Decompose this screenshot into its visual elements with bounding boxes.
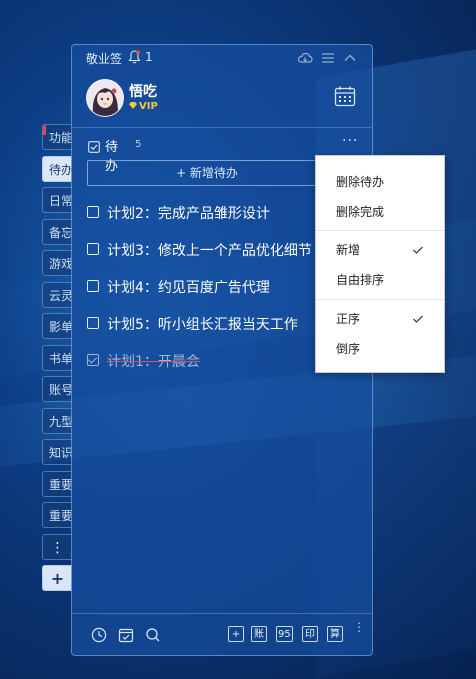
divider bbox=[72, 127, 372, 128]
todo-checkbox[interactable] bbox=[87, 206, 99, 218]
side-tab-important[interactable]: 重要 bbox=[42, 470, 72, 497]
vip-badge: VIP bbox=[129, 101, 158, 112]
chevron-up-icon[interactable] bbox=[342, 50, 358, 66]
side-add-tab-button[interactable]: + bbox=[42, 565, 72, 591]
side-tab-label: 重要 bbox=[49, 477, 72, 492]
todo-text: 计划1：开晨会 bbox=[107, 354, 200, 370]
avatar[interactable] bbox=[86, 79, 124, 117]
cloud-icon[interactable] bbox=[297, 50, 313, 66]
side-tab-label: 账号 bbox=[49, 383, 72, 397]
notification-count: 1 bbox=[145, 50, 153, 64]
clock-icon[interactable] bbox=[91, 627, 107, 643]
menu-separator bbox=[316, 230, 444, 231]
side-tab-todo[interactable]: 待办 bbox=[42, 155, 72, 182]
side-tab-label: 云灵 bbox=[49, 288, 72, 303]
side-tab-label: 重要 bbox=[49, 509, 72, 523]
menu-item-label: 新增 bbox=[336, 243, 361, 257]
side-tab-label: 知识 bbox=[49, 446, 72, 460]
side-tab-knowledge[interactable]: 知识 bbox=[42, 439, 72, 465]
side-tab-cloud[interactable]: 云灵 bbox=[42, 281, 72, 308]
calendar-icon[interactable] bbox=[334, 85, 356, 107]
calc-button[interactable]: 算 bbox=[327, 626, 343, 642]
todo-text: 计划2：完成产品雏形设计 bbox=[107, 206, 270, 222]
side-tab-label: 九型 bbox=[49, 414, 72, 429]
side-tab-books[interactable]: 书单 bbox=[42, 344, 72, 371]
menu-item-label: 倒序 bbox=[336, 342, 361, 356]
side-more-button[interactable]: ⋮ bbox=[42, 533, 72, 560]
side-tab-label: 备忘 bbox=[49, 225, 72, 240]
menu-item-delete-done[interactable]: 删除完成 bbox=[316, 198, 444, 226]
todo-text: 计划3：修改上一个产品优化细节 bbox=[107, 243, 312, 259]
footer-more-button[interactable]: ⋮ bbox=[353, 621, 365, 633]
menu-item-label: 正序 bbox=[336, 312, 361, 326]
sort-context-menu: 删除待办 删除完成 新增 自由排序 正序 倒序 bbox=[315, 155, 445, 373]
add-button[interactable]: + bbox=[228, 626, 244, 642]
side-tab-enneagram[interactable]: 九型 bbox=[42, 407, 72, 434]
todo-checkbox-checked[interactable] bbox=[87, 354, 99, 366]
side-tab-memo[interactable]: 备忘 bbox=[42, 218, 72, 245]
todo-checkbox[interactable] bbox=[87, 243, 99, 255]
print-button[interactable]: 印 bbox=[302, 626, 318, 642]
menu-icon[interactable] bbox=[320, 50, 336, 66]
todo-text: 计划4：约见百度广告代理 bbox=[107, 280, 270, 296]
side-tab-label: 影单 bbox=[49, 320, 72, 334]
menu-item-label: 删除完成 bbox=[336, 205, 385, 219]
menu-item-newest[interactable]: 新增 bbox=[316, 236, 444, 264]
menu-item-free-sort[interactable]: 自由排序 bbox=[316, 266, 444, 294]
side-tab-label: 功能 bbox=[49, 131, 72, 145]
side-tab-daily[interactable]: 日常 bbox=[42, 187, 72, 213]
side-tab-label: 游戏 bbox=[49, 257, 72, 271]
menu-separator bbox=[316, 299, 444, 300]
todo-checkbox[interactable] bbox=[87, 317, 99, 329]
side-tab-important-2[interactable]: 重要 bbox=[42, 502, 72, 528]
side-tab-features[interactable]: 功能 bbox=[42, 124, 72, 150]
menu-item-ascending[interactable]: 正序 bbox=[316, 305, 444, 333]
account-button[interactable]: 账 bbox=[251, 626, 267, 642]
diamond-icon bbox=[129, 102, 137, 109]
menu-item-label: 自由排序 bbox=[336, 273, 385, 287]
check-calendar-icon[interactable] bbox=[118, 627, 134, 643]
checkmark-icon bbox=[412, 236, 424, 264]
todo-text: 计划5：听小组长汇报当天工作 bbox=[107, 317, 298, 333]
section-count: 5 bbox=[135, 139, 142, 150]
side-tab-label: 待办 bbox=[49, 162, 72, 177]
bell-icon[interactable] bbox=[128, 50, 142, 64]
vip-label: VIP bbox=[139, 101, 158, 112]
menu-item-descending[interactable]: 倒序 bbox=[316, 335, 444, 363]
menu-item-label: 删除待办 bbox=[336, 175, 385, 189]
titlebar: 敬业签 1 bbox=[72, 45, 372, 71]
side-tab-games[interactable]: 游戏 bbox=[42, 250, 72, 276]
search-icon[interactable] bbox=[145, 627, 161, 643]
profile-area: 悟吃 VIP bbox=[86, 79, 366, 119]
todo-checkbox[interactable] bbox=[87, 280, 99, 292]
app-title: 敬业签 bbox=[86, 52, 123, 66]
side-tab-movies[interactable]: 影单 bbox=[42, 313, 72, 339]
checkmark-icon bbox=[412, 305, 424, 333]
side-tab-label: 书单 bbox=[49, 351, 72, 366]
num95-button[interactable]: 95 bbox=[276, 626, 293, 642]
side-tab-accounts[interactable]: 账号 bbox=[42, 376, 72, 402]
footer-toolbar: + 账 95 印 算 ⋮ bbox=[72, 613, 372, 655]
menu-item-delete-todo[interactable]: 删除待办 bbox=[316, 168, 444, 196]
side-tab-bar: 功能 待办 日常 备忘 游戏 云灵 影单 书单 账号 九型 知识 重要 重要 ⋮… bbox=[42, 124, 72, 597]
side-tab-label: 日常 bbox=[49, 194, 72, 208]
checkbox-icon bbox=[88, 138, 100, 157]
add-todo-button[interactable]: + 新增待办 bbox=[87, 160, 327, 186]
more-options-button[interactable]: ··· bbox=[342, 133, 358, 149]
username: 悟吃 bbox=[129, 84, 157, 100]
